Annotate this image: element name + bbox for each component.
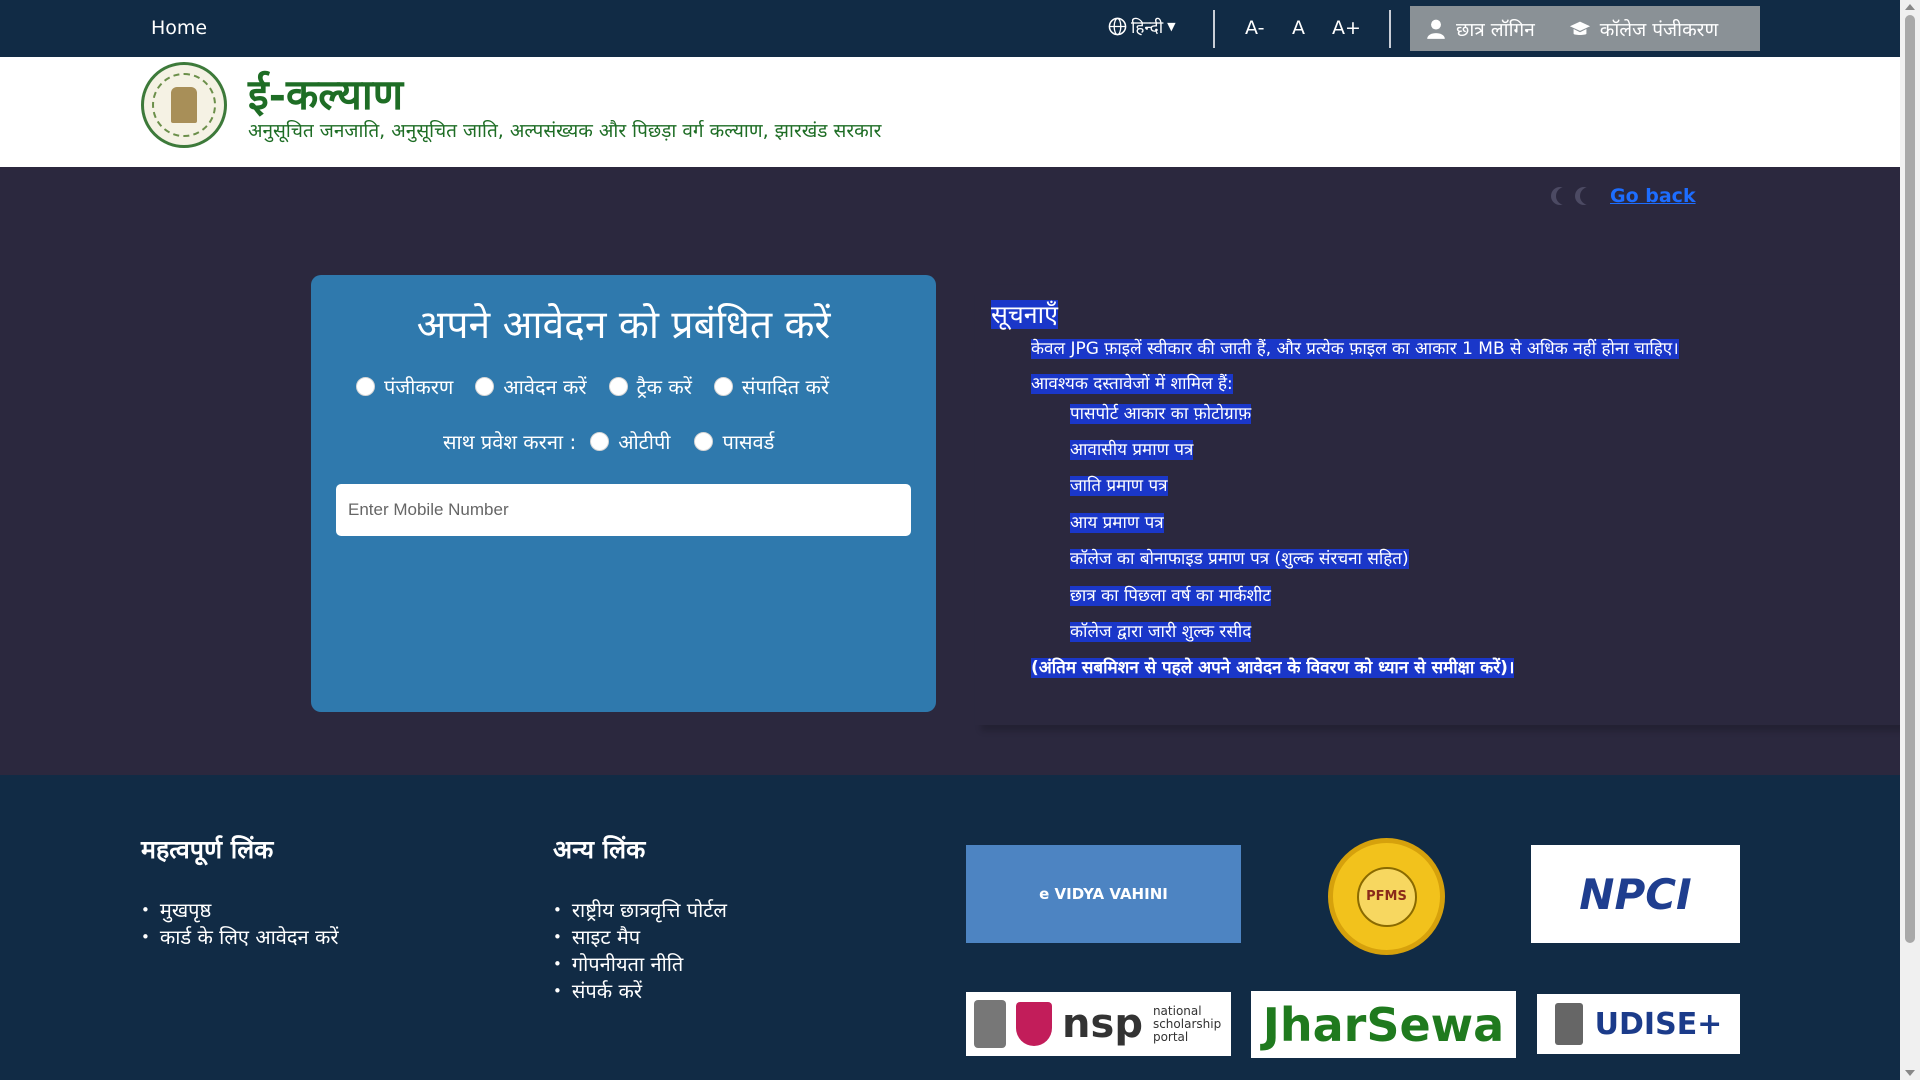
language-dropdown[interactable]: हिन्दी ▼ bbox=[1108, 15, 1176, 38]
site-header: ई-कल्याण अनुसूचित जनजाति, अनुसूचित जाति,… bbox=[0, 57, 1900, 167]
card-heading: अपने आवेदन को प्रबंधित करें bbox=[416, 303, 831, 348]
radio-button[interactable] bbox=[608, 377, 628, 396]
auth-buttons: छात्र लॉगिन कॉलेज पंजीकरण bbox=[1410, 6, 1760, 51]
top-navbar: Home हिन्दी ▼ A- A A+ छात्र लॉगिन कॉलेज … bbox=[0, 0, 1900, 57]
user-icon bbox=[1427, 19, 1445, 39]
radio-label: आवेदन करें bbox=[503, 375, 587, 399]
go-back-link[interactable]: Go back bbox=[1610, 185, 1696, 207]
other-links-list: राष्ट्रीय छात्रवृत्ति पोर्टल साइट मैप गो… bbox=[553, 897, 727, 1005]
chevron-down-icon: ▼ bbox=[1167, 20, 1176, 33]
radio-button[interactable] bbox=[694, 432, 714, 451]
footer-link-privacy[interactable]: गोपनीयता नीति bbox=[553, 951, 727, 978]
footer-link-sitemap[interactable]: साइट मैप bbox=[553, 924, 727, 951]
radio-button[interactable] bbox=[475, 377, 495, 396]
font-increase-button[interactable]: A+ bbox=[1332, 17, 1361, 39]
file-format-note: केवल JPG फ़ाइलें स्वीकार की जाती हैं, और… bbox=[1031, 339, 1679, 359]
document-item: पासपोर्ट आकार का फ़ोटोग्राफ़ bbox=[1070, 404, 1252, 424]
scrollbar-thumb[interactable] bbox=[1905, 15, 1915, 943]
action-radio-group: पंजीकरण आवेदन करें ट्रैक करें संपादित कर… bbox=[356, 373, 829, 400]
radio-button[interactable] bbox=[356, 377, 375, 396]
radio-edit[interactable]: संपादित करें bbox=[713, 373, 830, 400]
divider bbox=[1389, 10, 1391, 48]
document-item: कॉलेज द्वारा जारी शुल्क रसीद bbox=[1070, 622, 1252, 642]
nav-home-link[interactable]: Home bbox=[151, 17, 207, 39]
site-title: ई-कल्याण bbox=[248, 70, 404, 119]
radio-track[interactable]: ट्रैक करें bbox=[608, 373, 692, 400]
radio-button[interactable] bbox=[713, 377, 733, 396]
site-footer: महत्वपूर्ण लिंक मुखपृष्ठ कार्ड के लिए आव… bbox=[0, 775, 1900, 1080]
mobile-number-input[interactable] bbox=[336, 484, 911, 536]
footer-link-contact[interactable]: संपर्क करें bbox=[553, 978, 727, 1005]
important-links-heading: महत्वपूर्ण लिंक bbox=[141, 835, 274, 864]
font-normal-button[interactable]: A bbox=[1292, 17, 1305, 39]
college-registration-label: कॉलेज पंजीकरण bbox=[1599, 18, 1719, 41]
scroll-up-arrow[interactable] bbox=[1905, 4, 1915, 10]
manage-application-card: अपने आवेदन को प्रबंधित करें पंजीकरण आवेद… bbox=[311, 275, 936, 712]
document-item: जाति प्रमाण पत्र bbox=[1070, 476, 1168, 496]
college-registration-button[interactable]: कॉलेज पंजीकरण bbox=[1535, 16, 1718, 42]
important-links-list: मुखपृष्ठ कार्ड के लिए आवेदन करें bbox=[141, 897, 339, 951]
final-review-note: (अंतिम सबमिशन से पहले अपने आवेदन के विवर… bbox=[1031, 658, 1515, 678]
language-label: हिन्दी bbox=[1131, 18, 1164, 38]
evidya-vahini-logo[interactable]: e VIDYA VAHINI bbox=[966, 845, 1241, 943]
radio-button[interactable] bbox=[590, 432, 610, 451]
radio-label: ओटीपी bbox=[618, 430, 671, 454]
footer-link-apply-card[interactable]: कार्ड के लिए आवेदन करें bbox=[141, 924, 339, 951]
other-links-heading: अन्य लिंक bbox=[553, 835, 646, 864]
student-login-label: छात्र लॉगिन bbox=[1456, 18, 1535, 41]
jharsewa-logo[interactable]: JharSewa bbox=[1251, 991, 1516, 1058]
radio-password[interactable]: पासवर्ड bbox=[694, 428, 774, 455]
moon-icon bbox=[1580, 187, 1598, 205]
footer-link-home[interactable]: मुखपृष्ठ bbox=[141, 897, 339, 924]
notices-panel: सूचनाएँ केवल JPG फ़ाइलें स्वीकार की जाती… bbox=[975, 285, 1900, 725]
go-back-area: Go back bbox=[1556, 185, 1696, 207]
radio-register[interactable]: पंजीकरण bbox=[356, 373, 453, 400]
divider bbox=[1213, 10, 1215, 48]
notices-heading: सूचनाएँ bbox=[991, 300, 1058, 329]
login-method-label: साथ प्रवेश करना : bbox=[443, 430, 577, 454]
scroll-down-arrow[interactable] bbox=[1905, 1070, 1915, 1076]
login-method-group: साथ प्रवेश करना : ओटीपी पासवर्ड bbox=[443, 428, 774, 455]
site-subtitle: अनुसूचित जनजाति, अनुसूचित जाति, अल्पसंख्… bbox=[248, 120, 882, 142]
radio-label: संपादित करें bbox=[741, 375, 830, 399]
font-decrease-button[interactable]: A- bbox=[1245, 17, 1264, 39]
footer-link-nsp[interactable]: राष्ट्रीय छात्रवृत्ति पोर्टल bbox=[553, 897, 727, 924]
national-emblem-icon bbox=[1554, 1003, 1583, 1045]
vertical-scrollbar[interactable] bbox=[1900, 0, 1920, 1080]
nsp-logo[interactable]: nsp national scholarship portal bbox=[966, 992, 1231, 1056]
national-emblem-icon bbox=[974, 1000, 1007, 1048]
document-item: आय प्रमाण पत्र bbox=[1070, 513, 1164, 533]
radio-otp[interactable]: ओटीपी bbox=[590, 428, 670, 455]
jharkhand-emblem-logo bbox=[141, 62, 227, 148]
document-item: छात्र का पिछला वर्ष का मार्कशीट bbox=[1070, 586, 1271, 606]
shield-icon bbox=[1016, 1002, 1053, 1046]
document-item: कॉलेज का बोनाफाइड प्रमाण पत्र (शुल्क संर… bbox=[1070, 549, 1409, 569]
moon-icon[interactable] bbox=[1556, 187, 1574, 205]
radio-label: ट्रैक करें bbox=[636, 375, 692, 399]
document-item: आवासीय प्रमाण पत्र bbox=[1070, 440, 1194, 460]
graduation-cap-icon bbox=[1569, 21, 1590, 35]
udise-plus-logo[interactable]: UDISE+ bbox=[1537, 994, 1740, 1054]
student-login-button[interactable]: छात्र लॉगिन bbox=[1410, 16, 1535, 42]
radio-apply[interactable]: आवेदन करें bbox=[475, 373, 587, 400]
pfms-logo[interactable]: PFMS bbox=[1328, 838, 1445, 955]
npci-logo[interactable]: NPCI bbox=[1531, 845, 1740, 943]
radio-label: पंजीकरण bbox=[384, 375, 454, 399]
documents-heading: आवश्यक दस्तावेजों में शामिल हैं: bbox=[1031, 374, 1233, 394]
radio-label: पासवर्ड bbox=[722, 430, 775, 454]
globe-icon bbox=[1108, 17, 1127, 36]
